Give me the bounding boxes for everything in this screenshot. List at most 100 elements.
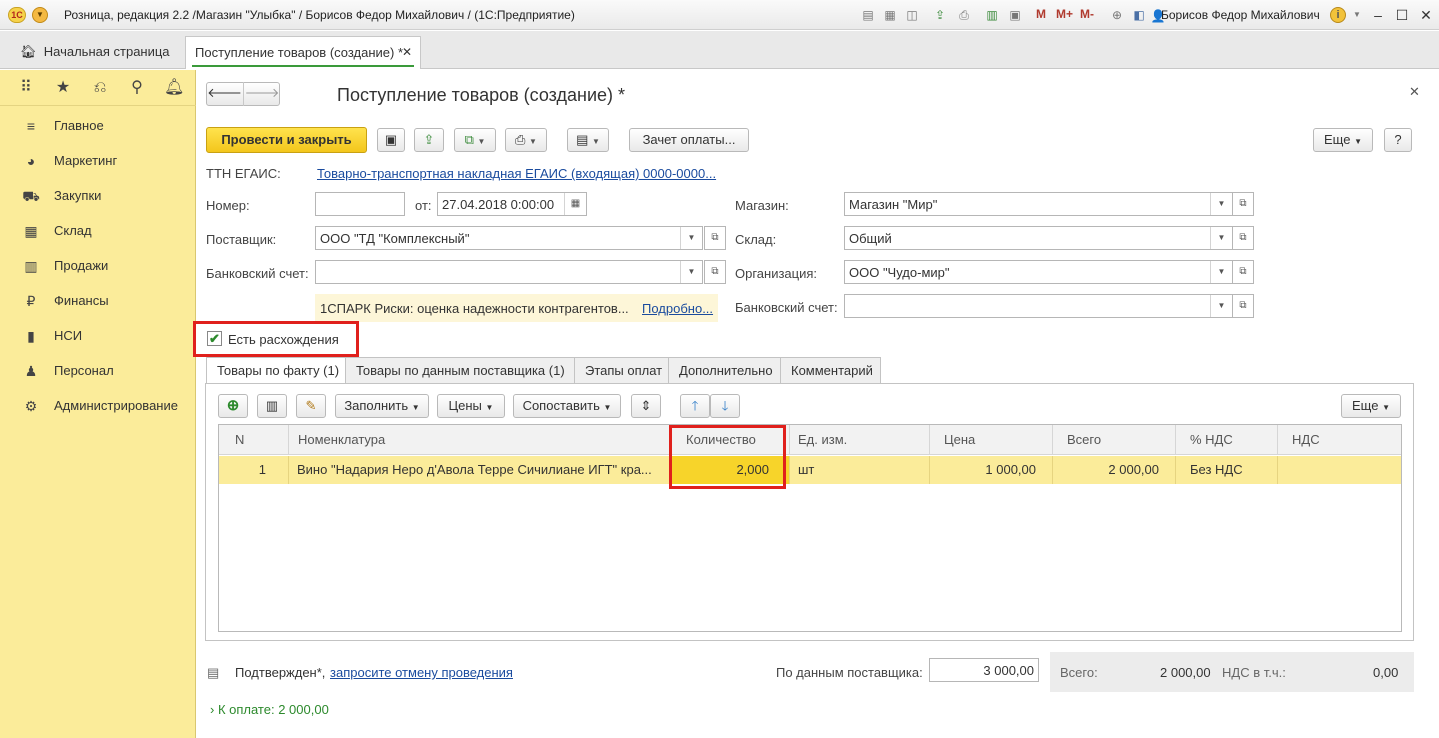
maximize-button[interactable]: ☐ xyxy=(1392,5,1412,25)
pencil-icon[interactable]: ✎ xyxy=(296,394,326,418)
calculator-icon[interactable]: ▥ xyxy=(984,7,1000,23)
save-icon[interactable]: ▤ xyxy=(860,7,876,23)
reports-icon[interactable]: ▤ ▼ xyxy=(567,128,609,152)
number-field[interactable] xyxy=(315,192,405,216)
memory-mplus-button[interactable]: M+ xyxy=(1056,7,1073,21)
current-user[interactable]: Борисов Федор Михайлович xyxy=(1161,8,1320,22)
favorites-star-icon[interactable]: ★ xyxy=(53,78,73,98)
chevron-down-icon[interactable]: ▼ xyxy=(1210,193,1232,215)
tab-payment-stages[interactable]: Этапы оплат xyxy=(574,357,669,384)
match-button[interactable]: Сопоставить ▼ xyxy=(513,394,621,418)
post-and-close-button[interactable]: Провести и закрыть xyxy=(206,127,367,153)
cell-price[interactable]: 1 000,00 xyxy=(930,456,1053,484)
tab-home[interactable]: 🏠︎ Начальная страница xyxy=(8,38,182,65)
barcode-icon[interactable]: ▥ xyxy=(257,394,287,418)
tab-goods-supplier[interactable]: Товары по данным поставщика (1) xyxy=(345,357,575,384)
prices-button[interactable]: Цены ▼ xyxy=(437,394,505,418)
move-up-icon[interactable]: 🡑 xyxy=(680,394,710,418)
col-header-total[interactable]: Всего xyxy=(1053,425,1176,455)
tab-additional[interactable]: Дополнительно xyxy=(668,357,781,384)
tab-comment[interactable]: Комментарий xyxy=(780,357,881,384)
open-organization-icon[interactable]: ⧉ xyxy=(1232,260,1254,284)
col-header-item[interactable]: Номенклатура xyxy=(289,425,670,455)
store-field[interactable]: Магазин "Мир" ▼ xyxy=(844,192,1233,216)
chevron-down-icon[interactable]: ▼ xyxy=(680,261,702,283)
discrepancy-checkbox[interactable]: ✔ xyxy=(207,331,222,346)
open-store-icon[interactable]: ⧉ xyxy=(1232,192,1254,216)
cancel-posting-link[interactable]: запросите отмену проведения xyxy=(330,665,513,680)
sidebar-item-sales[interactable]: ▥ Продажи xyxy=(0,251,196,281)
cell-vat[interactable] xyxy=(1278,456,1401,484)
main-menu-icon[interactable]: ▼ xyxy=(32,7,48,23)
sidebar-item-purchases[interactable]: ⛟ Закупки xyxy=(0,181,196,211)
zoom-icon[interactable]: ⊕ xyxy=(1109,7,1125,23)
post-icon[interactable]: ⇪ xyxy=(414,128,444,152)
sidebar-item-personnel[interactable]: ♟ Персонал xyxy=(0,356,196,386)
print-icon[interactable]: ▦ xyxy=(882,7,898,23)
help-button[interactable]: ? xyxy=(1384,128,1412,152)
date-field[interactable]: 27.04.2018 0:00:00 ▦ xyxy=(437,192,587,216)
print-icon[interactable]: ⎙ ▼ xyxy=(505,128,547,152)
cell-item[interactable]: Вино "Надария Неро д'Авола Терре Сичилиа… xyxy=(289,456,670,484)
supplier-data-field[interactable]: 3 000,00 xyxy=(929,658,1039,682)
open-warehouse-icon[interactable]: ⧉ xyxy=(1232,226,1254,250)
sidebar-item-nsi[interactable]: ▮ НСИ xyxy=(0,321,196,351)
cell-vat-rate[interactable]: Без НДС xyxy=(1176,456,1278,484)
to-pay-toggle[interactable]: › К оплате: 2 000,00 xyxy=(210,702,329,717)
search-icon[interactable]: ⚲ xyxy=(127,78,147,98)
sidebar-item-admin[interactable]: ⚙ Администрирование xyxy=(0,391,196,421)
chevron-down-icon[interactable]: ▼ xyxy=(1210,227,1232,249)
resize-icon[interactable]: ⇕ xyxy=(631,394,661,418)
col-header-price[interactable]: Цена xyxy=(930,425,1053,455)
save-icon[interactable]: ▣ xyxy=(377,128,405,152)
egais-link[interactable]: Товарно-транспортная накладная ЕГАИС (вх… xyxy=(317,166,716,181)
back-arrow-icon[interactable]: 🡐 xyxy=(206,82,243,106)
tab-document[interactable]: Поступление товаров (создание) * ✕ xyxy=(185,36,421,69)
warehouse-field[interactable]: Общий ▼ xyxy=(844,226,1233,250)
bell-icon[interactable]: 🔔︎ xyxy=(164,78,184,98)
col-header-vat-rate[interactable]: % НДС xyxy=(1176,425,1278,455)
org-bank-account-field[interactable]: ▼ xyxy=(844,294,1233,318)
more-button[interactable]: Еще ▼ xyxy=(1313,128,1373,152)
chevron-down-icon[interactable]: ▼ xyxy=(680,227,702,249)
chevron-down-icon[interactable]: ▼ xyxy=(1210,261,1232,283)
tab-goods-actual[interactable]: Товары по факту (1) xyxy=(206,357,346,385)
fill-button[interactable]: Заполнить ▼ xyxy=(335,394,429,418)
info-icon[interactable]: i xyxy=(1330,7,1346,23)
col-header-n[interactable]: N xyxy=(219,425,289,455)
calendar-icon[interactable]: ▣ xyxy=(1007,7,1023,23)
apps-grid-icon[interactable]: ⠿ xyxy=(16,78,36,98)
upload-icon[interactable]: ⇪ xyxy=(932,7,948,23)
printer-icon[interactable]: ⎙ xyxy=(956,7,972,23)
minimize-button[interactable]: – xyxy=(1368,5,1388,25)
open-supplier-icon[interactable]: ⧉ xyxy=(704,226,726,250)
sidebar-item-marketing[interactable]: ◕ Маркетинг xyxy=(0,146,196,176)
add-row-icon[interactable]: ⊕ xyxy=(218,394,248,418)
forward-arrow-icon[interactable]: 🡒 xyxy=(243,82,280,106)
memory-m-button[interactable]: M xyxy=(1036,7,1046,21)
sidebar-item-finance[interactable]: ₽ Финансы xyxy=(0,286,196,316)
history-icon[interactable]: ⎌ xyxy=(90,78,110,98)
move-down-icon[interactable]: 🡓 xyxy=(710,394,740,418)
create-based-on-icon[interactable]: ⧉ ▼ xyxy=(454,128,496,152)
col-header-vat[interactable]: НДС xyxy=(1278,425,1401,455)
spark-details-link[interactable]: Подробно... xyxy=(642,301,713,316)
close-form-icon[interactable]: ✕ xyxy=(1409,84,1420,100)
sidebar-item-main[interactable]: ≡ Главное xyxy=(0,111,196,141)
open-org-bank-account-icon[interactable]: ⧉ xyxy=(1232,294,1254,318)
calendar-icon[interactable]: ▦ xyxy=(564,193,586,215)
window-layout-icon[interactable]: ◧ xyxy=(1131,7,1147,23)
memory-mminus-button[interactable]: M- xyxy=(1080,7,1094,21)
supplier-field[interactable]: ООО "ТД "Комплексный" ▼ xyxy=(315,226,703,250)
cell-unit[interactable]: шт xyxy=(790,456,930,484)
cell-total[interactable]: 2 000,00 xyxy=(1053,456,1176,484)
bank-account-field[interactable]: ▼ xyxy=(315,260,703,284)
chevron-down-icon[interactable]: ▼ xyxy=(1210,295,1232,317)
open-bank-account-icon[interactable]: ⧉ xyxy=(704,260,726,284)
organization-field[interactable]: ООО "Чудо-мир" ▼ xyxy=(844,260,1233,284)
sidebar-item-warehouse[interactable]: ▦ Склад xyxy=(0,216,196,246)
col-header-unit[interactable]: Ед. изм. xyxy=(790,425,930,455)
close-window-button[interactable]: ✕ xyxy=(1416,5,1436,25)
payment-offset-button[interactable]: Зачет оплаты... xyxy=(629,128,749,152)
table-more-button[interactable]: Еще ▼ xyxy=(1341,394,1401,418)
